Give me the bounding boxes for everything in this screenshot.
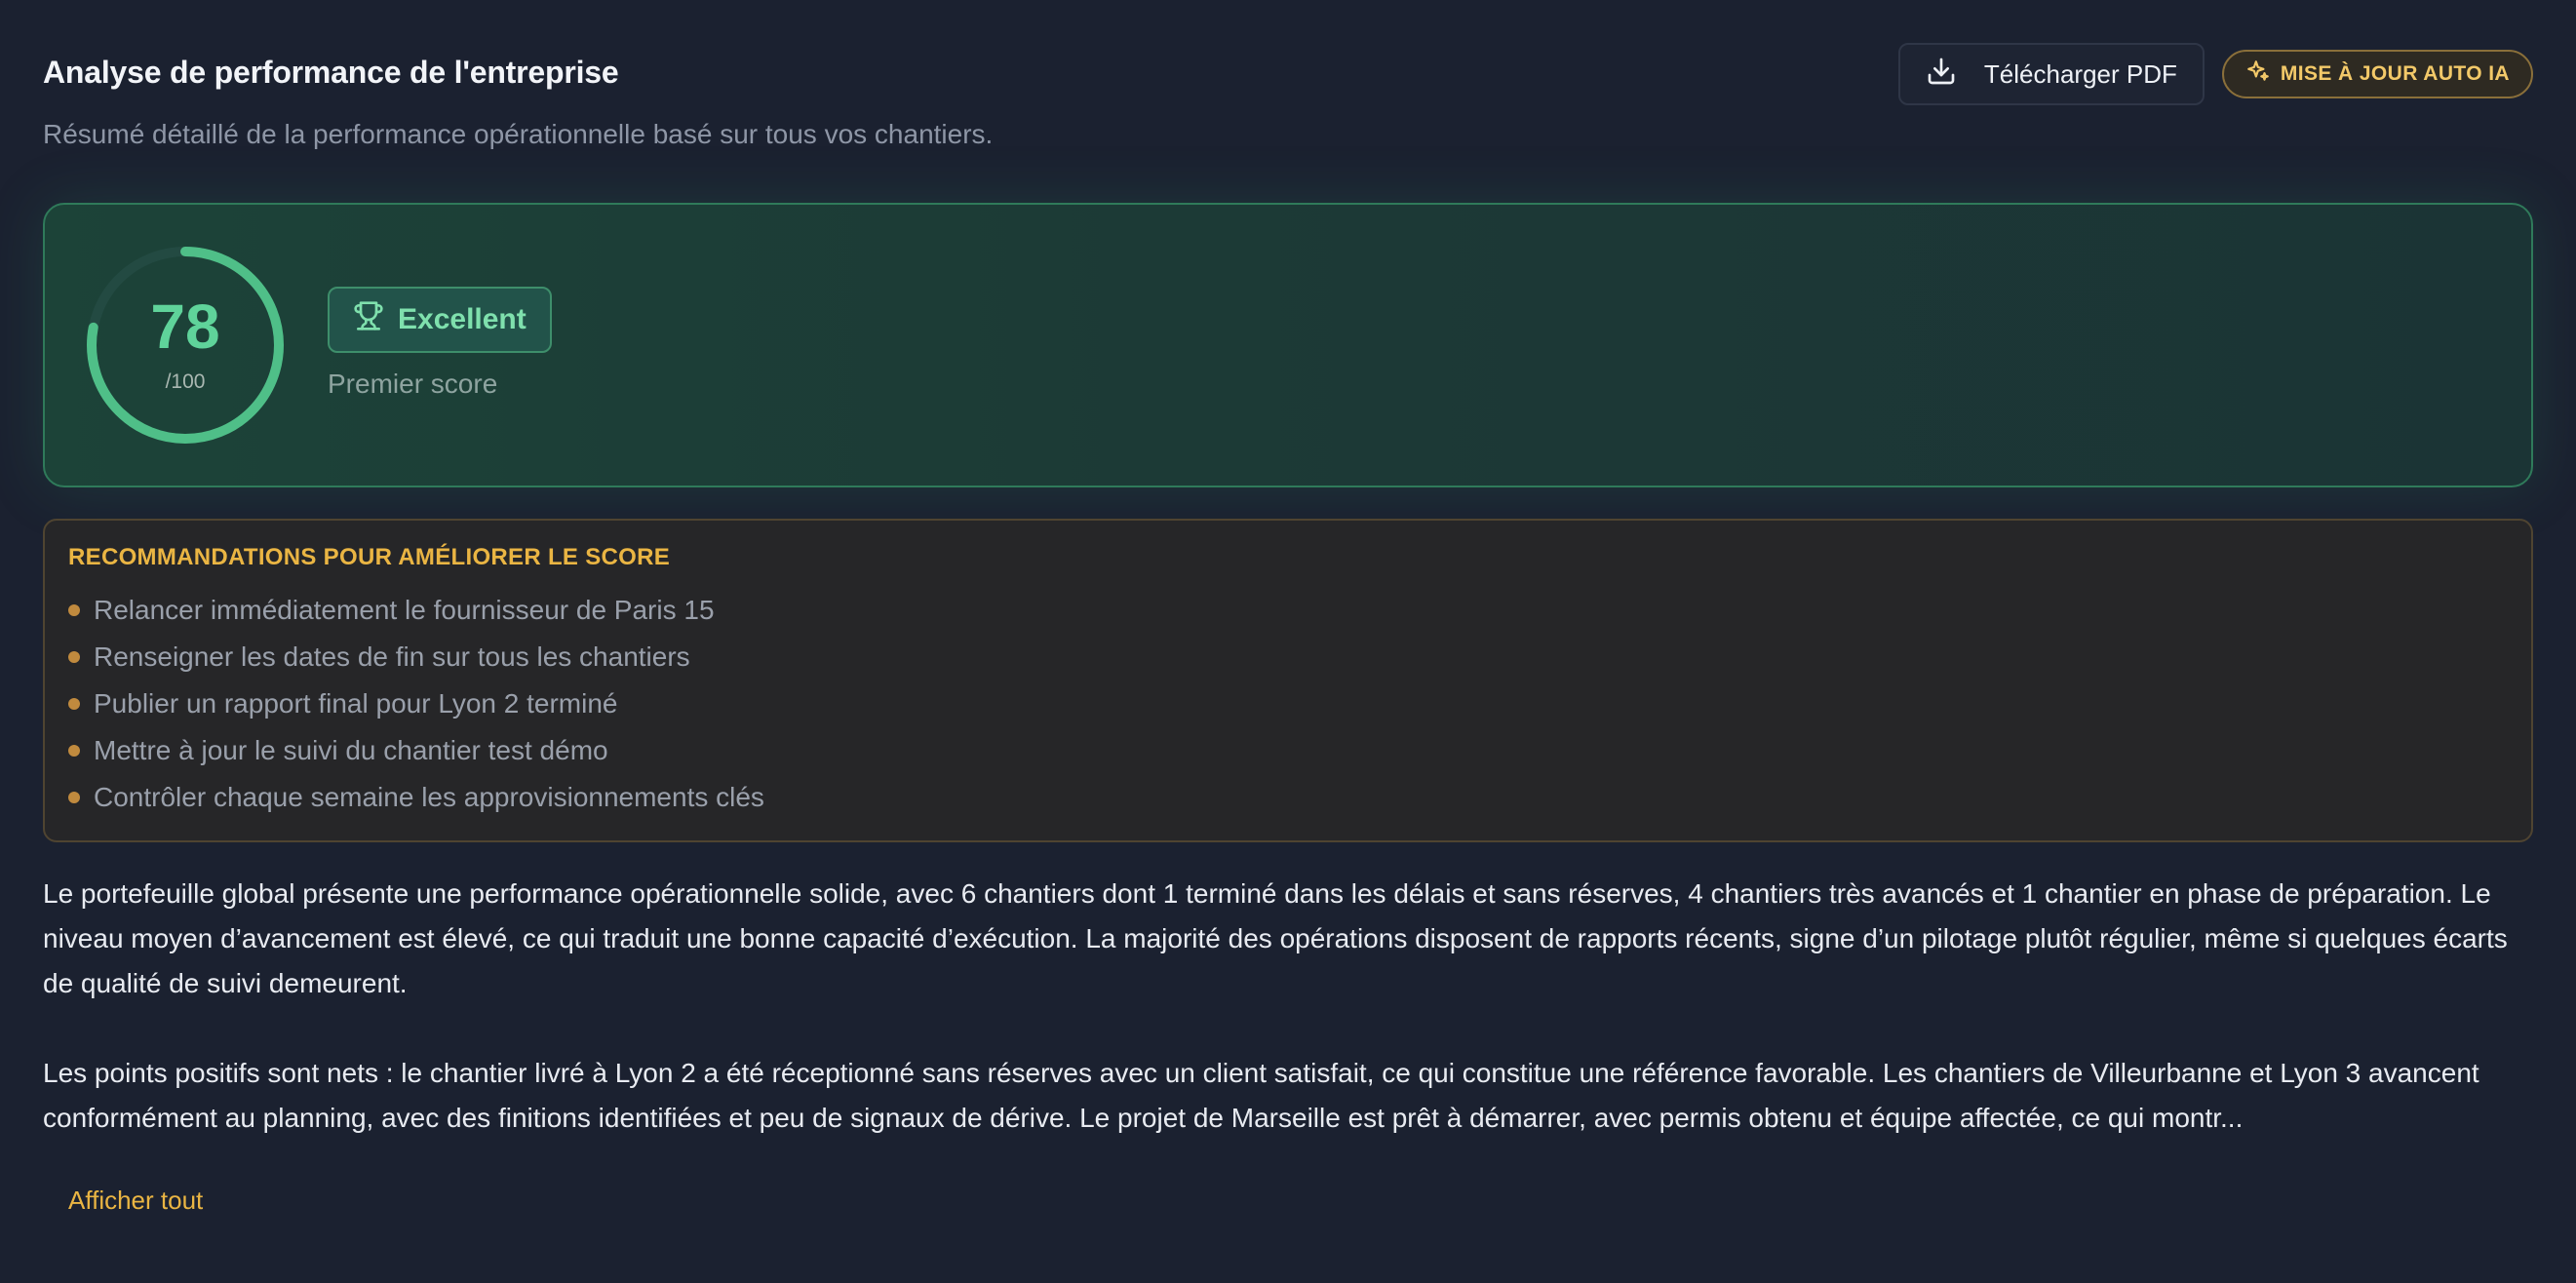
analysis-summary: Le portefeuille global présente une perf… (43, 872, 2533, 1141)
bullet-icon (68, 792, 80, 803)
recommendation-text: Mettre à jour le suivi du chantier test … (94, 735, 608, 765)
summary-paragraph: Les points positifs sont nets : le chant… (43, 1058, 2479, 1133)
bullet-icon (68, 698, 80, 710)
sparkles-icon (2245, 58, 2271, 90)
download-pdf-label: Télécharger PDF (1983, 58, 2177, 89)
download-icon (1926, 56, 1957, 94)
score-caption: Premier score (328, 369, 498, 399)
recommendation-item: Contrôler chaque semaine les approvision… (68, 774, 2508, 821)
performance-analysis-page: Analyse de performance de l'entreprise R… (0, 0, 2576, 1283)
trophy-icon (353, 300, 384, 339)
recommendations-title: RECOMMANDATIONS POUR AMÉLIORER LE SCORE (68, 544, 671, 570)
rating-label: Excellent (398, 303, 527, 335)
rating-badge: Excellent (328, 287, 552, 353)
recommendation-item: Publier un rapport final pour Lyon 2 ter… (68, 680, 2508, 727)
recommendation-text: Publier un rapport final pour Lyon 2 ter… (94, 688, 618, 719)
recommendation-text: Renseigner les dates de fin sur tous les… (94, 642, 690, 672)
recommendation-text: Contrôler chaque semaine les approvision… (94, 782, 764, 812)
header-actions: Télécharger PDF MISE À JOUR AUTO IA (1897, 43, 2533, 105)
score-gauge: 78 /100 (80, 240, 291, 450)
recommendation-item: Relancer immédiatement le fournisseur de… (68, 587, 2508, 634)
page-title: Analyse de performance de l'entreprise (43, 55, 619, 90)
bullet-icon (68, 651, 80, 663)
score-card: 78 /100 Excellent Premier score (43, 203, 2533, 487)
recommendation-text: Relancer immédiatement le fournisseur de… (94, 595, 715, 625)
score-value: 78 (150, 292, 220, 362)
page-subtitle: Résumé détaillé de la performance opérat… (43, 119, 994, 149)
recommendations-list: Relancer immédiatement le fournisseur de… (68, 587, 2508, 821)
ai-auto-update-button[interactable]: MISE À JOUR AUTO IA (2221, 50, 2533, 98)
recommendation-item: Renseigner les dates de fin sur tous les… (68, 634, 2508, 680)
download-pdf-button[interactable]: Télécharger PDF (1897, 43, 2205, 105)
ai-auto-update-label: MISE À JOUR AUTO IA (2280, 62, 2510, 85)
bullet-icon (68, 604, 80, 616)
recommendations-panel: RECOMMANDATIONS POUR AMÉLIORER LE SCORE … (43, 519, 2533, 842)
recommendation-item: Mettre à jour le suivi du chantier test … (68, 727, 2508, 774)
score-max: /100 (165, 370, 206, 393)
summary-paragraph: Le portefeuille global présente une perf… (43, 878, 2508, 998)
bullet-icon (68, 745, 80, 757)
page-header: Analyse de performance de l'entreprise R… (43, 43, 2533, 160)
show-all-link[interactable]: Afficher tout (68, 1186, 203, 1216)
